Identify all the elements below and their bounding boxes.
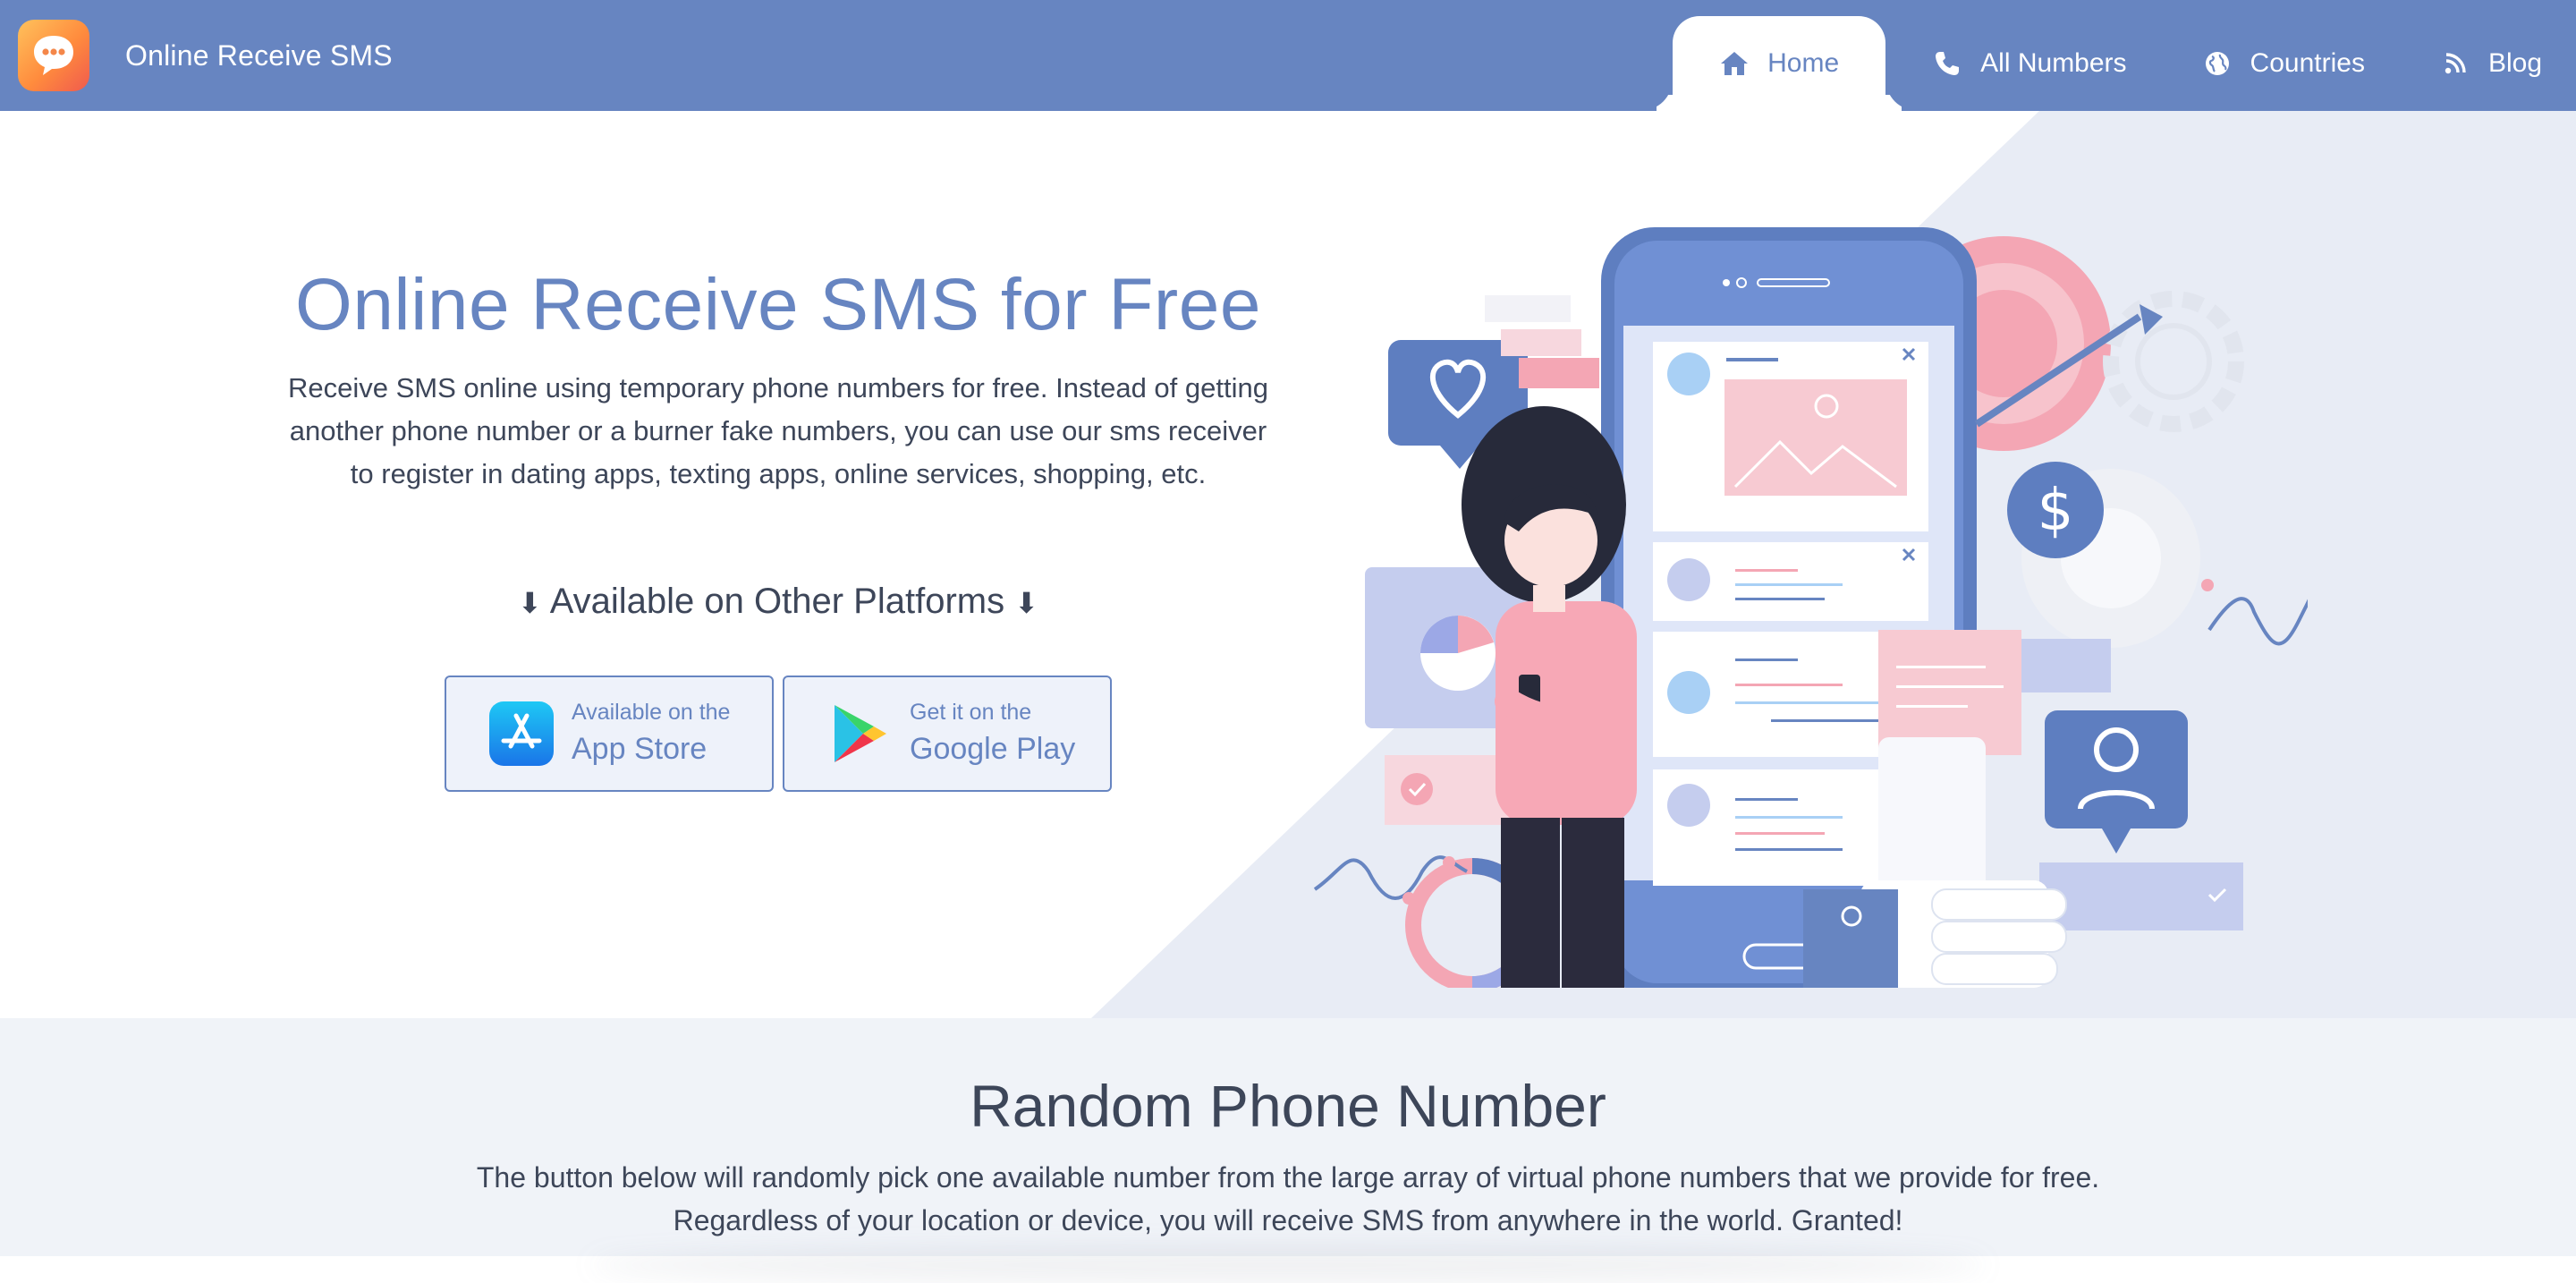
nav-item-label: Home: [1767, 48, 1840, 78]
google-play-text: Get it on the Google Play: [910, 699, 1075, 769]
globe-icon: [2202, 48, 2233, 79]
arrow-down-icon: ⬇: [517, 587, 542, 619]
nav-item-label: Countries: [2250, 48, 2365, 78]
random-description-line-1: The button below will randomly pick one …: [476, 1161, 2100, 1194]
google-play-big-label: Google Play: [910, 732, 1076, 766]
main-nav: Home All Numbers Countries Blog: [1664, 0, 2576, 111]
hero-description: Receive SMS online using temporary phone…: [288, 372, 1268, 489]
top-navbar: Online Receive SMS Home All Numbers Coun…: [0, 0, 2576, 111]
nav-item-blog[interactable]: Blog: [2402, 16, 2576, 111]
chat-bubble-icon: [18, 20, 89, 91]
card-shadow: [590, 1247, 1986, 1283]
platforms-title-text: Available on Other Platforms: [549, 582, 1005, 621]
arrow-down-icon: ⬇: [1014, 587, 1039, 619]
random-description-line-2: Regardless of your location or device, y…: [673, 1204, 1903, 1236]
hero-text: Online Receive SMS for Free Receive SMS …: [268, 263, 1288, 792]
app-store-icon: [489, 701, 554, 766]
google-play-small-label: Get it on the: [910, 700, 1032, 725]
random-number-section: Random Phone Number The button below wil…: [0, 1018, 2576, 1283]
nav-item-label: All Numbers: [1980, 48, 2127, 78]
phone-icon: [1932, 48, 1962, 79]
nav-item-home[interactable]: Home: [1673, 16, 1886, 111]
hero-illustration: $: [1313, 227, 2308, 988]
home-icon: [1719, 48, 1750, 79]
app-store-big-label: App Store: [572, 732, 708, 766]
hero-section: Online Receive SMS for Free Receive SMS …: [0, 111, 2576, 1018]
nav-item-label: Blog: [2487, 48, 2542, 78]
brand[interactable]: Online Receive SMS: [18, 18, 393, 93]
google-play-button[interactable]: Get it on the Google Play: [783, 675, 1112, 792]
platforms-title: ⬇ Available on Other Platforms ⬇: [268, 582, 1288, 622]
app-store-text: Available on the App Store: [572, 699, 730, 769]
svg-text:$: $: [2038, 478, 2074, 544]
random-description: The button below will randomly pick one …: [394, 1156, 2182, 1242]
google-play-icon: [835, 705, 886, 762]
rss-icon: [2440, 48, 2470, 79]
store-buttons: Available on the App Store Get it on the…: [268, 675, 1288, 792]
random-title: Random Phone Number: [970, 1073, 1606, 1139]
brand-name: Online Receive SMS: [125, 38, 393, 72]
nav-item-countries[interactable]: Countries: [2165, 16, 2402, 111]
app-store-button[interactable]: Available on the App Store: [445, 675, 774, 792]
nav-item-all-numbers[interactable]: All Numbers: [1894, 16, 2164, 111]
hero-title: Online Receive SMS for Free: [295, 264, 1261, 345]
app-store-small-label: Available on the: [572, 700, 731, 725]
